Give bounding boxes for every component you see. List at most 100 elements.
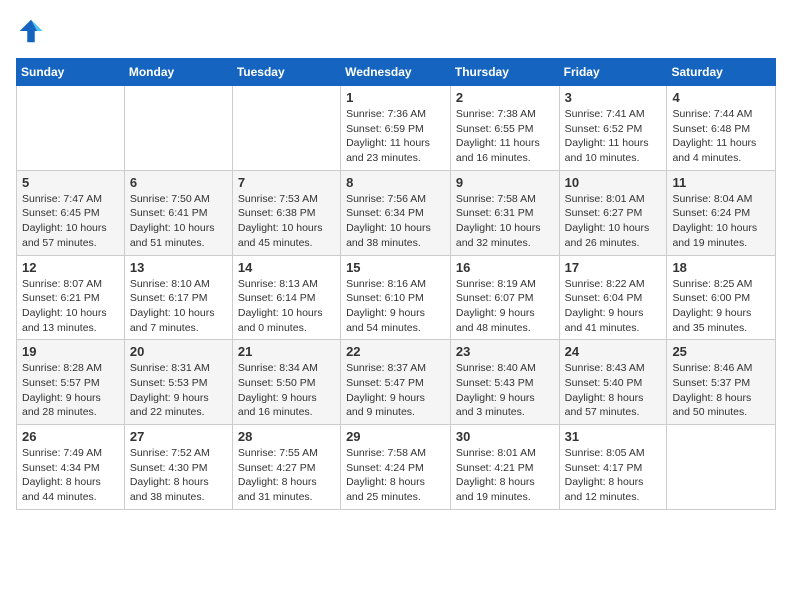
day-cell: 8 Sunrise: 7:56 AM Sunset: 6:34 PM Daylig… [341,170,451,255]
day-number: 1 [346,90,445,105]
day-cell: 19 Sunrise: 8:28 AM Sunset: 5:57 PM Dayli… [17,340,125,425]
day-number: 3 [565,90,662,105]
day-info: Sunrise: 8:37 AM Sunset: 5:47 PM Dayligh… [346,361,445,420]
day-cell: 1 Sunrise: 7:36 AM Sunset: 6:59 PM Daylig… [341,86,451,171]
day-number: 17 [565,260,662,275]
day-number: 11 [672,175,770,190]
day-number: 9 [456,175,554,190]
day-number: 29 [346,429,445,444]
header-row: SundayMondayTuesdayWednesdayThursdayFrid… [17,59,776,86]
day-number: 14 [238,260,335,275]
day-info: Sunrise: 8:31 AM Sunset: 5:53 PM Dayligh… [130,361,227,420]
day-cell: 4 Sunrise: 7:44 AM Sunset: 6:48 PM Daylig… [667,86,776,171]
day-cell: 21Sunrise: 8:34 AM Sunset: 5:50 PM Dayli… [232,340,340,425]
day-cell [232,86,340,171]
day-cell: 13 Sunrise: 8:10 AM Sunset: 6:17 PM Dayli… [124,255,232,340]
day-info: Sunrise: 8:10 AM Sunset: 6:17 PM Dayligh… [130,277,227,336]
day-info: Sunrise: 8:07 AM Sunset: 6:21 PM Dayligh… [22,277,119,336]
day-cell: 20 Sunrise: 8:31 AM Sunset: 5:53 PM Dayli… [124,340,232,425]
day-info: Sunrise: 7:52 AM Sunset: 4:30 PM Dayligh… [130,446,227,505]
header-saturday: Saturday [667,59,776,86]
day-number: 4 [672,90,770,105]
day-cell: 16 Sunrise: 8:19 AM Sunset: 6:07 PM Dayli… [450,255,559,340]
day-number: 27 [130,429,227,444]
day-info: Sunrise: 7:47 AM Sunset: 6:45 PM Dayligh… [22,192,119,251]
day-cell: 9 Sunrise: 7:58 AM Sunset: 6:31 PM Daylig… [450,170,559,255]
day-cell: 11 Sunrise: 8:04 AM Sunset: 6:24 PM Dayli… [667,170,776,255]
day-cell: 10 Sunrise: 8:01 AM Sunset: 6:27 PM Dayli… [559,170,667,255]
week-row-3: 12 Sunrise: 8:07 AM Sunset: 6:21 PM Dayli… [17,255,776,340]
day-cell: 23 Sunrise: 8:40 AM Sunset: 5:43 PM Dayli… [450,340,559,425]
day-number: 19 [22,344,119,359]
day-info: Sunrise: 8:04 AM Sunset: 6:24 PM Dayligh… [672,192,770,251]
day-cell: 2 Sunrise: 7:38 AM Sunset: 6:55 PM Daylig… [450,86,559,171]
day-cell: 28Sunrise: 7:55 AM Sunset: 4:27 PM Dayli… [232,425,340,510]
logo [16,16,50,46]
day-info: Sunrise: 7:38 AM Sunset: 6:55 PM Dayligh… [456,107,554,166]
day-cell: 22Sunrise: 8:37 AM Sunset: 5:47 PM Dayli… [341,340,451,425]
day-cell: 3 Sunrise: 7:41 AM Sunset: 6:52 PM Daylig… [559,86,667,171]
day-info: Sunrise: 7:50 AM Sunset: 6:41 PM Dayligh… [130,192,227,251]
day-info: Sunrise: 8:43 AM Sunset: 5:40 PM Dayligh… [565,361,662,420]
day-number: 10 [565,175,662,190]
day-cell: 26 Sunrise: 7:49 AM Sunset: 4:34 PM Dayli… [17,425,125,510]
header-sunday: Sunday [17,59,125,86]
day-number: 5 [22,175,119,190]
header-tuesday: Tuesday [232,59,340,86]
day-cell: 6 Sunrise: 7:50 AM Sunset: 6:41 PM Daylig… [124,170,232,255]
week-row-5: 26 Sunrise: 7:49 AM Sunset: 4:34 PM Dayli… [17,425,776,510]
day-cell: 14 Sunrise: 8:13 AM Sunset: 6:14 PM Dayli… [232,255,340,340]
day-info: Sunrise: 8:19 AM Sunset: 6:07 PM Dayligh… [456,277,554,336]
day-number: 20 [130,344,227,359]
day-info: Sunrise: 8:40 AM Sunset: 5:43 PM Dayligh… [456,361,554,420]
day-number: 31 [565,429,662,444]
header-monday: Monday [124,59,232,86]
day-number: 2 [456,90,554,105]
calendar-table: SundayMondayTuesdayWednesdayThursdayFrid… [16,58,776,510]
day-cell: 30Sunrise: 8:01 AM Sunset: 4:21 PM Dayli… [450,425,559,510]
day-info: Sunrise: 7:49 AM Sunset: 4:34 PM Dayligh… [22,446,119,505]
day-number: 18 [672,260,770,275]
day-info: Sunrise: 8:05 AM Sunset: 4:17 PM Dayligh… [565,446,662,505]
day-number: 25 [672,344,770,359]
day-number: 28 [238,429,335,444]
logo-icon [16,16,46,46]
day-cell: 7 Sunrise: 7:53 AM Sunset: 6:38 PM Daylig… [232,170,340,255]
day-number: 12 [22,260,119,275]
day-number: 21 [238,344,335,359]
day-number: 26 [22,429,119,444]
day-cell: 18Sunrise: 8:25 AM Sunset: 6:00 PM Dayli… [667,255,776,340]
week-row-4: 19 Sunrise: 8:28 AM Sunset: 5:57 PM Dayli… [17,340,776,425]
day-info: Sunrise: 7:58 AM Sunset: 6:31 PM Dayligh… [456,192,554,251]
day-info: Sunrise: 7:44 AM Sunset: 6:48 PM Dayligh… [672,107,770,166]
day-info: Sunrise: 7:58 AM Sunset: 4:24 PM Dayligh… [346,446,445,505]
day-number: 13 [130,260,227,275]
day-cell: 31 Sunrise: 8:05 AM Sunset: 4:17 PM Dayli… [559,425,667,510]
day-number: 16 [456,260,554,275]
day-cell: 15Sunrise: 8:16 AM Sunset: 6:10 PM Dayli… [341,255,451,340]
day-number: 8 [346,175,445,190]
day-cell: 17Sunrise: 8:22 AM Sunset: 6:04 PM Dayli… [559,255,667,340]
day-cell [667,425,776,510]
day-cell: 5 Sunrise: 7:47 AM Sunset: 6:45 PM Daylig… [17,170,125,255]
day-number: 30 [456,429,554,444]
day-info: Sunrise: 8:16 AM Sunset: 6:10 PM Dayligh… [346,277,445,336]
day-info: Sunrise: 8:01 AM Sunset: 6:27 PM Dayligh… [565,192,662,251]
day-number: 6 [130,175,227,190]
header-wednesday: Wednesday [341,59,451,86]
day-cell: 25 Sunrise: 8:46 AM Sunset: 5:37 PM Dayli… [667,340,776,425]
week-row-1: 1 Sunrise: 7:36 AM Sunset: 6:59 PM Daylig… [17,86,776,171]
day-info: Sunrise: 7:41 AM Sunset: 6:52 PM Dayligh… [565,107,662,166]
day-info: Sunrise: 8:13 AM Sunset: 6:14 PM Dayligh… [238,277,335,336]
day-number: 23 [456,344,554,359]
day-info: Sunrise: 8:28 AM Sunset: 5:57 PM Dayligh… [22,361,119,420]
day-number: 7 [238,175,335,190]
week-row-2: 5 Sunrise: 7:47 AM Sunset: 6:45 PM Daylig… [17,170,776,255]
day-info: Sunrise: 7:53 AM Sunset: 6:38 PM Dayligh… [238,192,335,251]
day-cell: 12 Sunrise: 8:07 AM Sunset: 6:21 PM Dayli… [17,255,125,340]
day-info: Sunrise: 8:46 AM Sunset: 5:37 PM Dayligh… [672,361,770,420]
header-thursday: Thursday [450,59,559,86]
day-info: Sunrise: 7:36 AM Sunset: 6:59 PM Dayligh… [346,107,445,166]
page-header [16,16,776,46]
day-info: Sunrise: 7:56 AM Sunset: 6:34 PM Dayligh… [346,192,445,251]
